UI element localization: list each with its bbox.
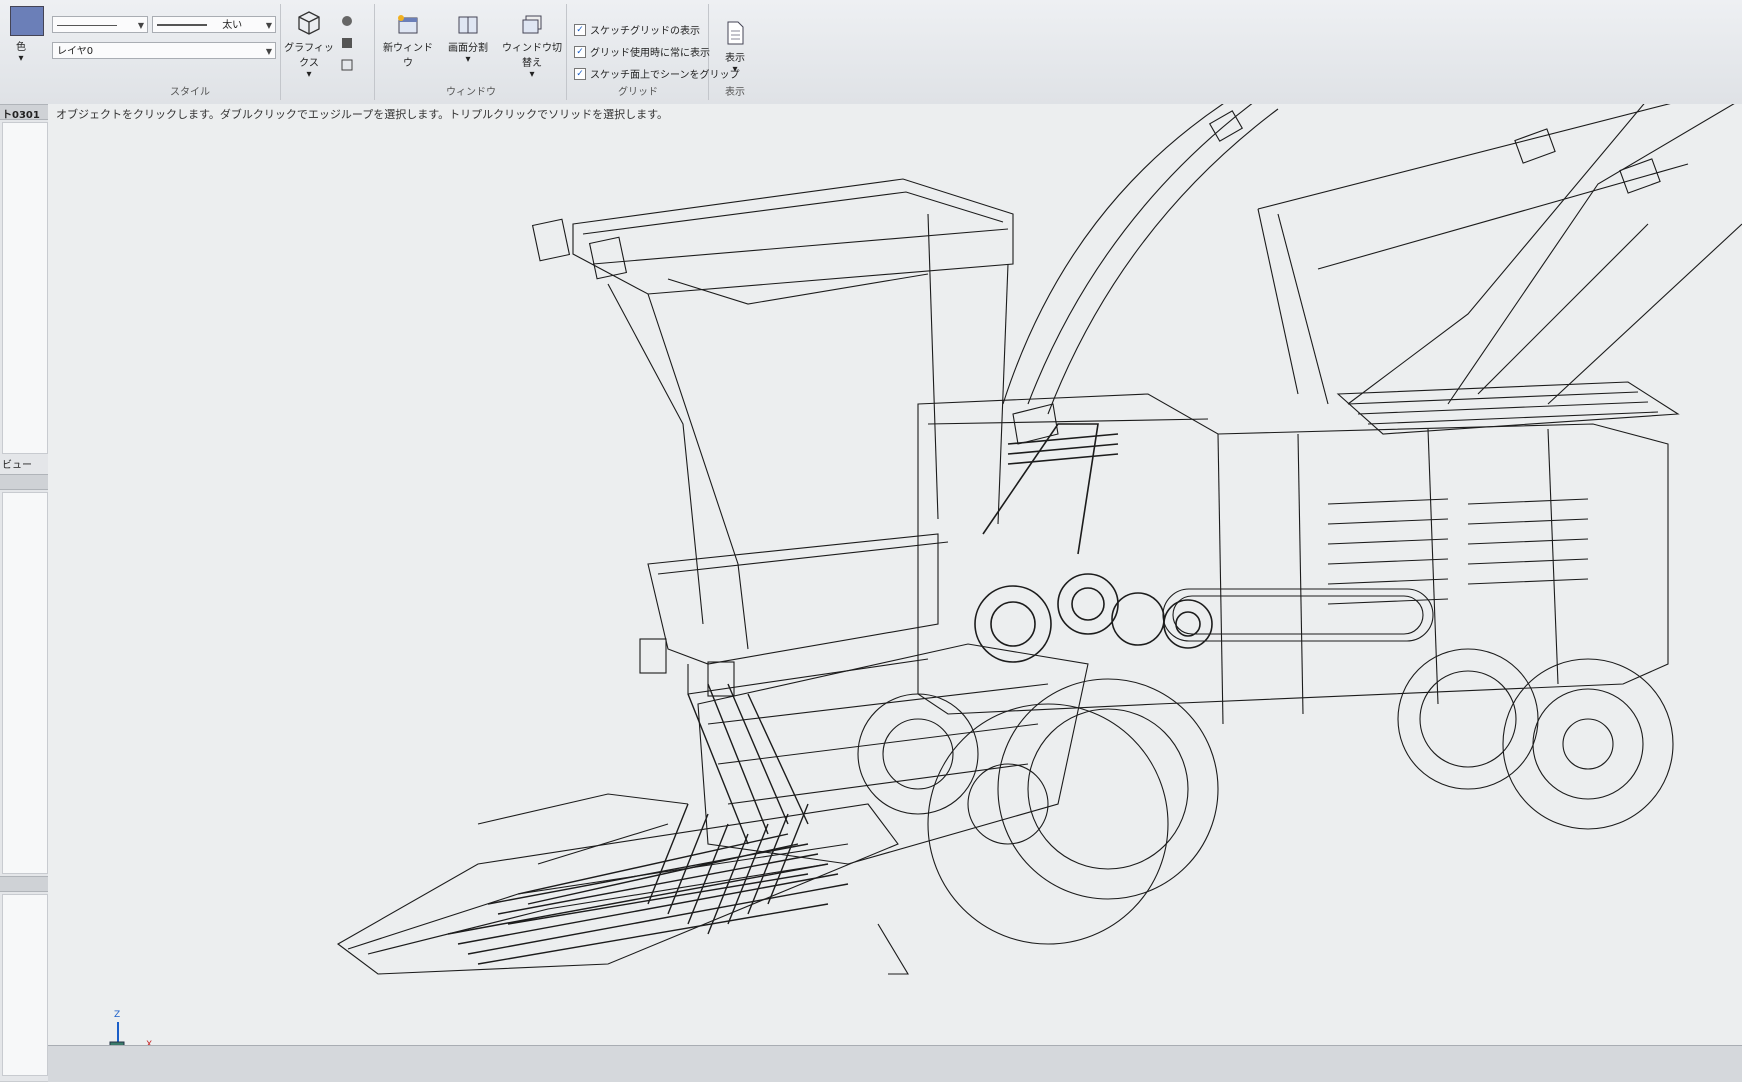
switch-window-button[interactable]: ウィンドウ切替え ▾ [500, 14, 564, 80]
drive-pulleys-wireframe[interactable] [974, 423, 1213, 663]
properties-area[interactable] [2, 894, 48, 1076]
checkbox-icon: ✓ [574, 45, 586, 58]
grid-option-show-sketch-grid[interactable]: ✓ スケッチグリッドの表示 [574, 22, 700, 37]
checkbox-icon: ✓ [574, 23, 586, 36]
ribbon-group-style: 色 ▾ ▼ 太い ▼ レイヤ0 ▼ スタイル [0, 4, 281, 100]
chevron-down-icon: ▼ [265, 47, 272, 56]
cutting-header-wireframe[interactable] [337, 643, 1089, 975]
axis-z-label: Z [114, 1010, 121, 1020]
cube-wireframe-icon [298, 11, 320, 35]
cutting-header-hatching [447, 683, 849, 965]
display-group-label: 表示 [725, 87, 745, 98]
grid-group-label: グリッド [618, 87, 658, 98]
switch-window-icon [522, 15, 542, 34]
shaded-box-icon[interactable] [340, 36, 354, 50]
display-button[interactable]: 表示 ▾ [712, 20, 758, 75]
bottom-status-bar [48, 1045, 1742, 1082]
split-view-button[interactable]: 画面分割 ▾ [438, 14, 498, 65]
split-view-icon [458, 16, 478, 34]
checkbox-icon: ✓ [574, 67, 586, 80]
grid-option-always-show[interactable]: ✓ グリッド使用時に常に表示 [574, 44, 710, 59]
shaded-sphere-icon[interactable] [340, 14, 354, 28]
structure-tree-area[interactable] [2, 122, 48, 454]
rear-wheels-wireframe[interactable] [927, 648, 1674, 945]
window-group-label: ウィンドウ [446, 87, 496, 98]
chevron-down-icon: ▼ [265, 21, 272, 30]
wire-box-icon[interactable] [340, 58, 354, 72]
ribbon-group-window: 新ウィンドウ 画面分割 ▾ ウィンドウ切替え ▾ ウィンドウ [376, 4, 567, 100]
layer-combo[interactable]: レイヤ0 ▼ [52, 42, 276, 59]
ribbon: 色▾ ▼ 太い ▼ レイヤ0 ▼ スタイル グラフィックス▾ 新ウィンドウ [0, 0, 1742, 105]
engine-body-wireframe[interactable] [917, 393, 1669, 725]
panel-divider-bar[interactable] [0, 474, 48, 490]
discharge-chute-wireframe[interactable] [1002, 104, 1279, 445]
ribbon-group-display: 表示 ▾ 表示 [710, 4, 760, 100]
left-panel: ト0301 ビュー [0, 104, 49, 1081]
line-weight-combo[interactable]: 太い ▼ [152, 16, 276, 33]
new-window-button[interactable]: 新ウィンドウ [380, 14, 436, 69]
color-label[interactable]: 色 ▾ [16, 38, 26, 64]
wireframe-harvester-model[interactable] [48, 104, 1742, 1044]
ribbon-group-graphics: グラフィックス ▾ [282, 4, 375, 100]
upper-frame-wireframe[interactable] [1257, 104, 1742, 435]
view-list-area[interactable] [2, 492, 48, 874]
new-window-icon [398, 15, 418, 34]
hopper-wireframe[interactable] [531, 178, 1014, 697]
layer-label: レイヤ0 [57, 46, 94, 57]
ribbon-group-grid: ✓ スケッチグリッドの表示 ✓ グリッド使用時に常に表示 ✓ スケッチ面上でシーンをグ… [568, 4, 740, 100]
color-swatch[interactable] [10, 6, 44, 36]
graphics-button[interactable]: グラフィックス ▾ [284, 10, 334, 80]
view-tab-label[interactable]: ビュー [2, 456, 32, 471]
line-style-combo[interactable]: ▼ [52, 16, 148, 33]
panel-divider-bar-lower[interactable] [0, 876, 48, 892]
line-weight-label: 太い [222, 20, 243, 31]
structure-tab-label[interactable]: ト0301 [2, 106, 40, 121]
chevron-down-icon: ▼ [137, 21, 144, 30]
style-group-label: スタイル [170, 87, 210, 98]
document-icon [727, 21, 744, 45]
